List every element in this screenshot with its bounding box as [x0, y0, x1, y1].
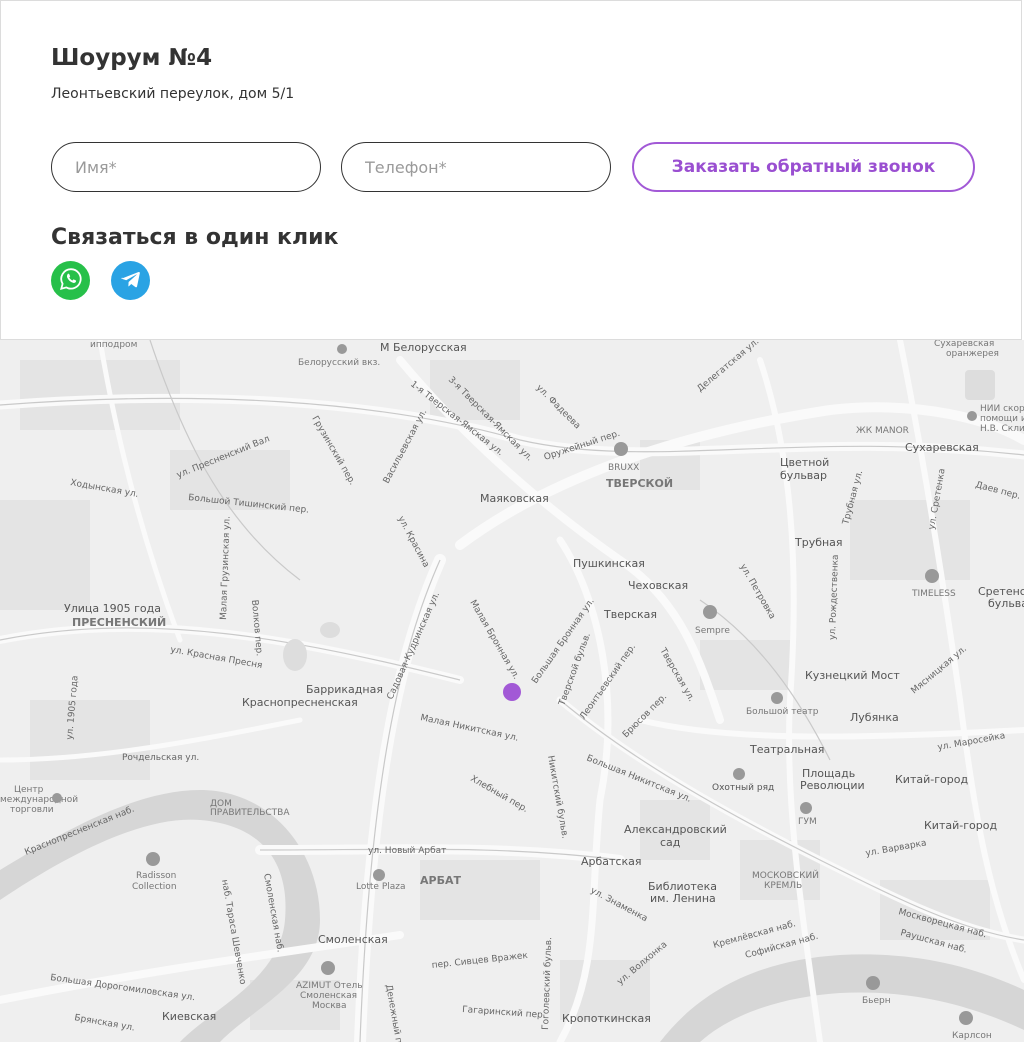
metro-label: Пушкинская [573, 557, 645, 570]
svg-text:TIMELESS: TIMELESS [911, 589, 956, 599]
svg-text:Lotte Plaza: Lotte Plaza [356, 882, 406, 892]
metro-label: бульвар [780, 469, 827, 482]
metro-label: Тверская [603, 608, 657, 621]
svg-text:Рочдельская ул.: Рочдельская ул. [122, 753, 199, 763]
svg-text:Белорусский вкз.: Белорусский вкз. [298, 358, 380, 368]
metro-label: Улица 1905 года [64, 602, 161, 615]
svg-text:BRUXX: BRUXX [608, 463, 639, 473]
metro-label: Лубянка [850, 711, 899, 724]
callback-button[interactable]: Заказать обратный звонок [632, 142, 975, 192]
district-label: ТВЕРСКОЙ [606, 477, 673, 490]
name-input[interactable] [51, 142, 321, 192]
telegram-button[interactable] [111, 261, 150, 300]
svg-text:Бьерн: Бьерн [862, 996, 891, 1006]
svg-text:МОСКОВСКИЙ: МОСКОВСКИЙ [752, 869, 819, 881]
svg-text:ГУМ: ГУМ [798, 817, 817, 827]
whatsapp-icon [59, 267, 83, 295]
svg-text:ипподром: ипподром [90, 340, 137, 350]
district-label: АРБАТ [420, 874, 461, 887]
metro-label: Китай-город [895, 773, 968, 786]
telegram-icon [120, 268, 142, 294]
metro-label: бульвар [988, 597, 1024, 610]
metro-label: Арбатская [581, 855, 642, 868]
metro-label: Сухаревская [905, 441, 979, 454]
svg-text:КРЕМЛЬ: КРЕМЛЬ [764, 881, 802, 891]
metro-label: Александровский [624, 823, 727, 836]
svg-text:помощи им.: помощи им. [980, 414, 1024, 424]
svg-text:НИИ скорой: НИИ скорой [980, 404, 1024, 414]
metro-label: Киевская [162, 1010, 216, 1023]
svg-text:ЖК MANOR: ЖК MANOR [856, 426, 909, 436]
metro-label: Театральная [749, 743, 824, 756]
svg-text:Н.В. Склифосовского: Н.В. Склифосовского [980, 424, 1024, 434]
metro-label: им. Ленина [650, 892, 716, 905]
whatsapp-button[interactable] [51, 261, 90, 300]
metro-label: Революции [800, 779, 865, 792]
phone-input[interactable] [341, 142, 611, 192]
metro-label: Трубная [794, 536, 843, 549]
svg-text:Москва: Москва [312, 1001, 346, 1011]
svg-text:международной: международной [0, 795, 78, 805]
svg-text:Collection: Collection [132, 882, 177, 892]
metro-label: Чеховская [628, 579, 688, 592]
svg-text:Сухаревская: Сухаревская [934, 340, 994, 349]
svg-text:Карлсон: Карлсон [952, 1031, 992, 1041]
showroom-title: Шоурум №4 [51, 45, 213, 71]
svg-text:торговли: торговли [10, 805, 54, 815]
svg-text:Центр: Центр [14, 785, 44, 795]
metro-label: Маяковская [480, 492, 549, 505]
showroom-card: Шоурум №4 Леонтьевский переулок, дом 5/1… [0, 0, 1022, 340]
svg-text:Смоленская: Смоленская [300, 991, 357, 1001]
svg-text:Большой театр: Большой театр [746, 707, 819, 717]
svg-text:ул. Новый Арбат: ул. Новый Арбат [368, 846, 446, 856]
metro-label: Кропоткинская [562, 1012, 651, 1025]
metro-label: Краснопресненская [242, 696, 358, 709]
metro-label: Кузнецкий Мост [805, 669, 900, 682]
metro-label: Китай-город [924, 819, 997, 832]
svg-text:Radisson: Radisson [136, 871, 176, 881]
svg-text:AZIMUT Отель: AZIMUT Отель [296, 981, 363, 991]
poi-label: Охотный ряд [712, 783, 774, 793]
map[interactable]: М Белорусская Маяковская Пушкинская Чехо… [0, 340, 1024, 1042]
svg-text:ПРАВИТЕЛЬСТВА: ПРАВИТЕЛЬСТВА [210, 808, 290, 818]
contact-heading: Связаться в один клик [51, 225, 339, 250]
metro-label: Баррикадная [306, 683, 383, 696]
showroom-address: Леонтьевский переулок, дом 5/1 [51, 86, 295, 102]
district-label: ПРЕСНЕНСКИЙ [72, 616, 166, 629]
metro-label: М Белорусская [380, 341, 467, 354]
svg-text:Semprе: Semprе [695, 626, 730, 636]
metro-label: сад [660, 836, 681, 849]
svg-text:оранжерея: оранжерея [946, 349, 999, 359]
location-marker [503, 683, 521, 701]
metro-label: Цветной [780, 456, 829, 469]
metro-label: Смоленская [318, 933, 388, 946]
